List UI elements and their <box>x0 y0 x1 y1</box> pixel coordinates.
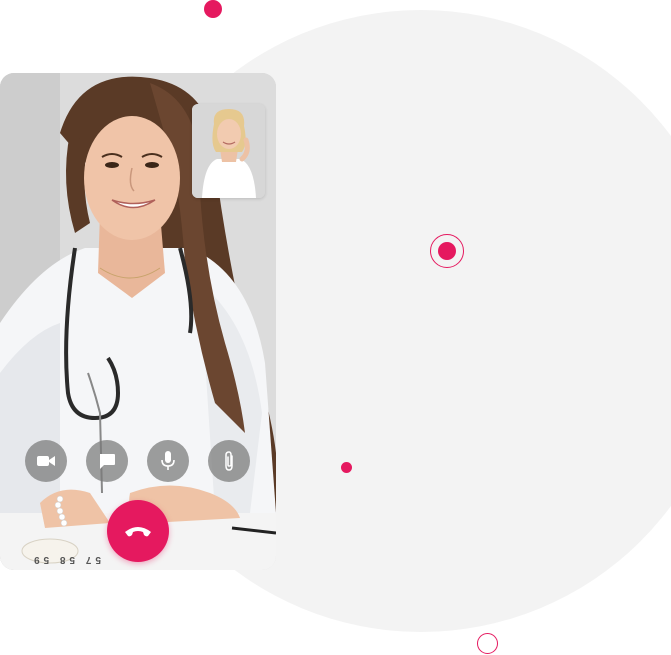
chat-button[interactable] <box>86 440 128 482</box>
chat-bubble-icon <box>100 454 115 469</box>
decorative-small-dot <box>341 462 352 473</box>
patient-video-feed <box>192 104 265 198</box>
decorative-dot <box>204 0 222 18</box>
video-call-screen: 57 58 59 <box>0 73 276 570</box>
microphone-icon <box>161 451 175 470</box>
microphone-button[interactable] <box>147 440 189 482</box>
paperclip-icon <box>225 451 233 471</box>
video-camera-icon <box>37 456 55 466</box>
phone-hangup-icon <box>125 527 151 537</box>
video-toggle-button[interactable] <box>25 440 67 482</box>
self-view-thumbnail[interactable] <box>192 104 265 198</box>
decorative-hollow-ring <box>477 633 498 654</box>
video-call-illustration: 57 58 59 <box>0 0 671 655</box>
attachment-button[interactable] <box>208 440 250 482</box>
end-call-button[interactable] <box>107 500 169 562</box>
measuring-tape-numbers: 57 58 59 <box>30 554 101 565</box>
decorative-ring-center <box>438 242 456 260</box>
decorative-ring-dot <box>430 234 464 268</box>
